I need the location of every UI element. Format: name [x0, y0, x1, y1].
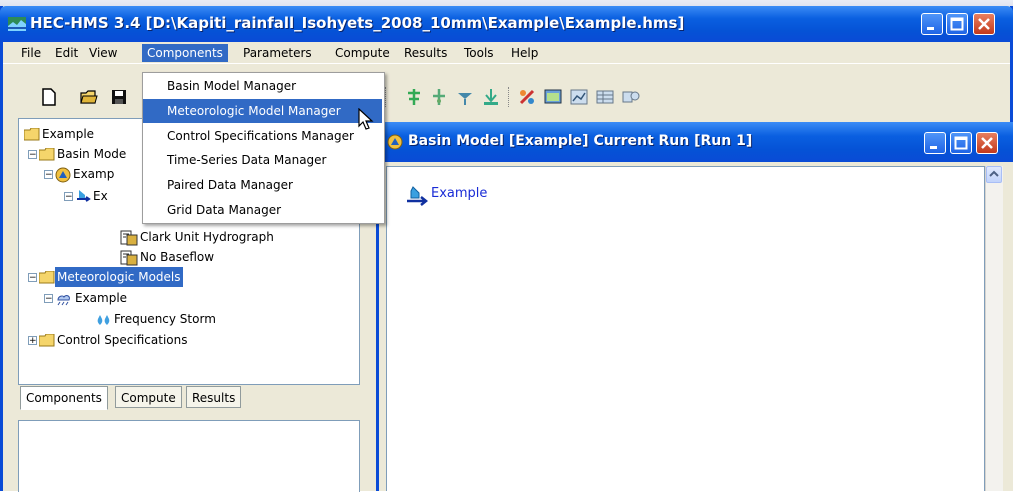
- compute-icon[interactable]: [518, 88, 536, 106]
- close-icon: [981, 137, 993, 149]
- tree-node-transform[interactable]: Clark Unit Hydrograph: [120, 227, 276, 247]
- tree-label-selected: Meteorologic Models: [55, 267, 183, 287]
- menu-help[interactable]: Help: [506, 44, 543, 62]
- collapse-icon[interactable]: −: [28, 273, 37, 283]
- vertical-scrollbar[interactable]: [985, 166, 1003, 491]
- minimize-icon: [927, 27, 934, 30]
- tree-label: Basin Mode: [57, 147, 127, 161]
- collapse-icon[interactable]: −: [28, 150, 37, 160]
- menu-item-basin-model-manager[interactable]: Basin Model Manager: [143, 74, 382, 98]
- inner-minimize-button[interactable]: [924, 132, 946, 154]
- tree-node-basin-models[interactable]: − Basin Mode: [28, 144, 128, 164]
- menu-item-control-specifications-manager[interactable]: Control Specifications Manager: [143, 124, 382, 148]
- tab-components[interactable]: Components: [20, 386, 108, 410]
- chevron-up-icon: [989, 170, 999, 177]
- tree-node-frequency-storm[interactable]: Frequency Storm: [96, 309, 218, 329]
- tree-node-meteorologic-models[interactable]: − Meteorologic Models: [28, 267, 183, 287]
- tree-label: Ex: [93, 189, 108, 203]
- source-tool-icon[interactable]: [482, 88, 500, 106]
- tab-compute[interactable]: Compute: [115, 386, 182, 408]
- tree-node-control-specifications[interactable]: + Control Specifications: [28, 330, 190, 350]
- save-icon[interactable]: [110, 88, 128, 106]
- basin-model-icon: [387, 134, 403, 150]
- method-icon: [120, 230, 138, 245]
- toolbar-separator: [508, 87, 511, 107]
- method-icon: [120, 250, 138, 265]
- menu-view[interactable]: View: [84, 44, 122, 62]
- collapse-icon[interactable]: −: [44, 294, 53, 304]
- maximize-button[interactable]: [946, 13, 968, 35]
- basin-model-icon: [55, 167, 71, 182]
- meteorologic-model-icon: [57, 294, 70, 305]
- menu-item-time-series-data-manager[interactable]: Time-Series Data Manager: [143, 148, 382, 172]
- collapse-icon[interactable]: −: [64, 192, 73, 202]
- junction-tool-icon[interactable]: [405, 88, 423, 106]
- mouse-cursor-icon: [358, 108, 374, 130]
- menu-file[interactable]: File: [16, 44, 46, 62]
- menu-compute[interactable]: Compute: [330, 44, 395, 62]
- diversion-tool-icon[interactable]: [430, 88, 448, 106]
- tab-results[interactable]: Results: [186, 386, 242, 408]
- inner-maximize-button[interactable]: [950, 132, 972, 154]
- component-editor-panel: [18, 420, 360, 492]
- hec-hms-app-icon: [8, 17, 26, 31]
- expand-icon[interactable]: +: [28, 336, 37, 346]
- toolbar-separator: [385, 87, 388, 107]
- menu-item-grid-data-manager[interactable]: Grid Data Manager: [143, 198, 382, 222]
- open-folder-icon[interactable]: [80, 88, 98, 106]
- menu-item-meteorologic-model-manager[interactable]: Meteorologic Model Manager: [143, 99, 382, 123]
- basin-map-canvas[interactable]: [386, 166, 985, 491]
- maximize-icon: [954, 136, 968, 150]
- menu-edit[interactable]: Edit: [50, 44, 83, 62]
- graph-icon[interactable]: [570, 88, 588, 106]
- reservoir-tool-icon[interactable]: [456, 88, 474, 106]
- tree-node-project[interactable]: Example: [23, 124, 96, 144]
- tree-label: No Baseflow: [140, 250, 215, 264]
- menu-components[interactable]: Components: [142, 44, 228, 62]
- folder-icon: [23, 127, 40, 141]
- menu-parameters[interactable]: Parameters: [238, 44, 317, 62]
- close-button[interactable]: [973, 13, 995, 35]
- tree-node-basin-example[interactable]: − Examp: [44, 164, 116, 184]
- basin-model-window-title: Basin Model [Example] Current Run [Run 1…: [408, 133, 753, 149]
- minimize-button[interactable]: [921, 13, 943, 35]
- folder-icon: [38, 333, 55, 347]
- tree-label: Examp: [73, 167, 115, 181]
- menu-results[interactable]: Results: [399, 44, 452, 62]
- window-title: HEC-HMS 3.4 [D:\Kapiti_rainfall_Isohyets…: [30, 14, 685, 32]
- water-drops-icon: [97, 314, 110, 325]
- tree-label: Clark Unit Hydrograph: [140, 230, 274, 244]
- tree-label: Frequency Storm: [114, 312, 216, 326]
- new-file-icon[interactable]: [40, 88, 58, 106]
- subbasin-icon: [77, 189, 91, 202]
- inner-close-button[interactable]: [976, 132, 998, 154]
- scroll-up-button[interactable]: [986, 166, 1002, 183]
- tree-label: Example: [75, 291, 128, 305]
- minimize-icon: [930, 146, 937, 149]
- tree-label: Example: [42, 127, 95, 141]
- tree-label: Control Specifications: [57, 333, 188, 347]
- subbasin-element-label[interactable]: Example: [431, 186, 487, 201]
- collapse-icon[interactable]: −: [44, 170, 53, 180]
- run-manager-icon[interactable]: [544, 88, 562, 106]
- tree-node-baseflow[interactable]: No Baseflow: [120, 247, 216, 267]
- folder-icon: [38, 270, 55, 284]
- time-series-icon[interactable]: [622, 88, 640, 106]
- menu-tools[interactable]: Tools: [459, 44, 499, 62]
- tree-node-subbasin[interactable]: − Ex: [64, 186, 110, 206]
- subbasin-element-icon[interactable]: [406, 186, 430, 208]
- tree-node-met-example[interactable]: − Example: [44, 288, 129, 308]
- maximize-icon: [950, 17, 964, 31]
- menu-item-paired-data-manager[interactable]: Paired Data Manager: [143, 173, 382, 197]
- close-icon: [978, 18, 990, 30]
- table-icon[interactable]: [596, 88, 614, 106]
- folder-icon: [38, 147, 55, 161]
